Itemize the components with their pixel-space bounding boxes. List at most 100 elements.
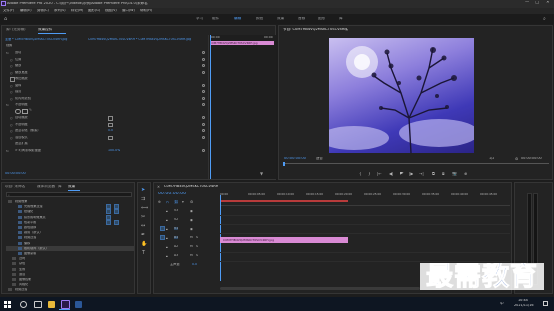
- workspace-effects[interactable]: 效果: [277, 17, 284, 21]
- mark-out-button[interactable]: }: [368, 172, 371, 176]
- add-button[interactable]: ⊕: [464, 172, 467, 176]
- reset-icon[interactable]: [202, 135, 205, 139]
- reset-icon[interactable]: [202, 116, 205, 119]
- solo-button[interactable]: S: [196, 236, 198, 239]
- export-frame-button[interactable]: 📷: [452, 172, 457, 176]
- close-button[interactable]: ✕: [546, 1, 550, 5]
- effect-row-value[interactable]: 0.0: [108, 129, 113, 132]
- stopwatch-icon[interactable]: ◴: [10, 90, 13, 94]
- effect-row[interactable]: ◴ 缩放宽度: [6, 70, 205, 76]
- time-ruler[interactable]: 00:00 00:00:05:00 00:00:10:00 00:00:15:0…: [220, 192, 510, 206]
- lock-icon[interactable]: 🔒︎: [166, 209, 168, 213]
- work-area-bar[interactable]: [220, 200, 348, 202]
- effect-row[interactable]: ◴ 防闪烁滤镜: [6, 96, 205, 102]
- step-back-button[interactable]: ◀|: [389, 172, 393, 176]
- track-label[interactable]: A2: [174, 245, 178, 248]
- menu-edit[interactable]: 编辑(E): [20, 9, 32, 12]
- track-select-icon[interactable]: ⇉: [141, 196, 145, 202]
- fit-dropdown[interactable]: 适合: [316, 157, 323, 160]
- mini-playhead[interactable]: [210, 35, 211, 179]
- scrubber-playhead[interactable]: [283, 162, 285, 166]
- go-to-out-button[interactable]: →|: [419, 172, 424, 176]
- reset-icon[interactable]: [202, 96, 205, 100]
- minimize-button[interactable]: —: [525, 1, 529, 5]
- workspace-audio[interactable]: 音频: [298, 17, 305, 21]
- timeline-zoom-scrollbar[interactable]: [220, 287, 420, 290]
- workspace-color[interactable]: 颜色: [256, 17, 263, 21]
- tray-language[interactable]: 中: [500, 302, 504, 306]
- workspace-assembly[interactable]: 组件: [212, 17, 219, 21]
- tab-libraries[interactable]: 库: [58, 185, 62, 189]
- track-lane-v2[interactable]: [220, 216, 510, 225]
- type-tool-icon[interactable]: T: [142, 250, 145, 256]
- track-label[interactable]: A1: [174, 236, 179, 240]
- program-scrubber[interactable]: [283, 162, 549, 166]
- menu-graphics[interactable]: 图形(G): [88, 9, 100, 12]
- ellipse-mask-icon[interactable]: [15, 108, 21, 114]
- rectangle-mask-icon[interactable]: [22, 108, 28, 114]
- workspace-editing[interactable]: 编辑: [234, 17, 241, 21]
- lock-icon[interactable]: 🔒︎: [166, 236, 168, 240]
- marker-icon[interactable]: ▾: [182, 200, 184, 204]
- effect-row[interactable]: ◴ 自动播放: [6, 115, 205, 121]
- extract-button[interactable]: ⧈: [442, 172, 445, 176]
- checkbox-icon[interactable]: [108, 135, 113, 140]
- play-button[interactable]: ▶: [400, 172, 404, 177]
- timeline-timecode[interactable]: 00:00:00:00: [158, 192, 186, 197]
- notification-icon[interactable]: [543, 301, 548, 306]
- list-item[interactable]: 视频过渡: [6, 287, 134, 292]
- effect-row-value[interactable]: 100.0%: [108, 149, 120, 152]
- mini-clip-bar[interactable]: C0M7HB4VQ2MSKCT0SCV4RH.jpg: [210, 41, 274, 45]
- ripple-edit-icon[interactable]: ⟺: [141, 205, 148, 211]
- maximize-button[interactable]: □: [535, 1, 539, 5]
- lock-icon[interactable]: 🔒︎: [166, 227, 168, 231]
- reset-icon[interactable]: [202, 148, 205, 152]
- menu-help[interactable]: 帮助(H): [140, 9, 152, 12]
- track-lane-a2[interactable]: [220, 253, 510, 262]
- tab-media-browser[interactable]: 媒体浏览器: [37, 185, 55, 189]
- selection-tool-icon[interactable]: ➤: [141, 187, 145, 193]
- reset-icon[interactable]: [202, 64, 205, 67]
- step-forward-button[interactable]: |▶: [409, 172, 413, 176]
- task-view-icon[interactable]: [34, 301, 42, 308]
- razor-icon[interactable]: ✂: [141, 214, 145, 220]
- effect-row[interactable]: 等比缩放: [6, 76, 202, 82]
- stopwatch-icon[interactable]: ◴: [10, 84, 13, 88]
- effect-row[interactable]: fx > 时间重映射速度 100.0%: [6, 148, 205, 154]
- checkbox-icon[interactable]: [108, 116, 113, 121]
- workspace-learn[interactable]: 学习: [196, 17, 203, 21]
- search-taskbar-icon[interactable]: [20, 301, 27, 308]
- timeline-clip[interactable]: C0M7HB4VQ2MSKCT0SCV4RH.jpg: [220, 237, 348, 243]
- effect-row[interactable]: 遮罩扩展: [6, 141, 202, 147]
- menu-marker[interactable]: 标记(M): [71, 9, 83, 12]
- effect-row[interactable]: ◴ 遮罩羽化（像素） 0.0: [6, 128, 205, 134]
- search-icon[interactable]: ⌕: [543, 16, 546, 22]
- lock-icon[interactable]: 🔒︎: [166, 218, 168, 222]
- effect-row[interactable]: ◴ 不透明度: [6, 122, 205, 128]
- mute-button[interactable]: M: [190, 254, 193, 257]
- mute-button[interactable]: M: [190, 245, 193, 248]
- eye-icon[interactable]: ◉: [190, 227, 193, 231]
- eye-icon[interactable]: ◉: [190, 218, 193, 222]
- reset-icon[interactable]: [202, 103, 205, 106]
- premiere-icon[interactable]: [61, 300, 70, 309]
- stopwatch-icon[interactable]: ◴: [10, 64, 13, 68]
- track-label[interactable]: V1: [174, 227, 179, 231]
- solo-button[interactable]: S: [196, 254, 198, 257]
- menu-window[interactable]: 窗口(W): [122, 9, 135, 12]
- effect-row[interactable]: ◴ 描点: [6, 89, 205, 95]
- checkbox-icon[interactable]: [10, 77, 15, 82]
- insert-icon[interactable]: ⊕: [158, 200, 161, 204]
- master-volume-value[interactable]: 0.0: [192, 263, 197, 266]
- workspace-libraries[interactable]: 库: [339, 17, 343, 21]
- track-label[interactable]: V3: [174, 209, 178, 212]
- effect-controls-timecode[interactable]: 00:00:00:00: [5, 172, 26, 175]
- tab-effect-controls[interactable]: 效果控件: [38, 28, 52, 32]
- source-patch-icon[interactable]: [160, 235, 165, 240]
- solo-button[interactable]: S: [196, 245, 198, 248]
- menu-clip[interactable]: 剪辑(C): [37, 9, 49, 12]
- stopwatch-icon[interactable]: ◴: [10, 116, 13, 120]
- slip-tool-icon[interactable]: ↔: [141, 223, 145, 229]
- stopwatch-icon[interactable]: ◴: [10, 97, 13, 101]
- effect-row[interactable]: ◴ 旋转: [6, 83, 205, 89]
